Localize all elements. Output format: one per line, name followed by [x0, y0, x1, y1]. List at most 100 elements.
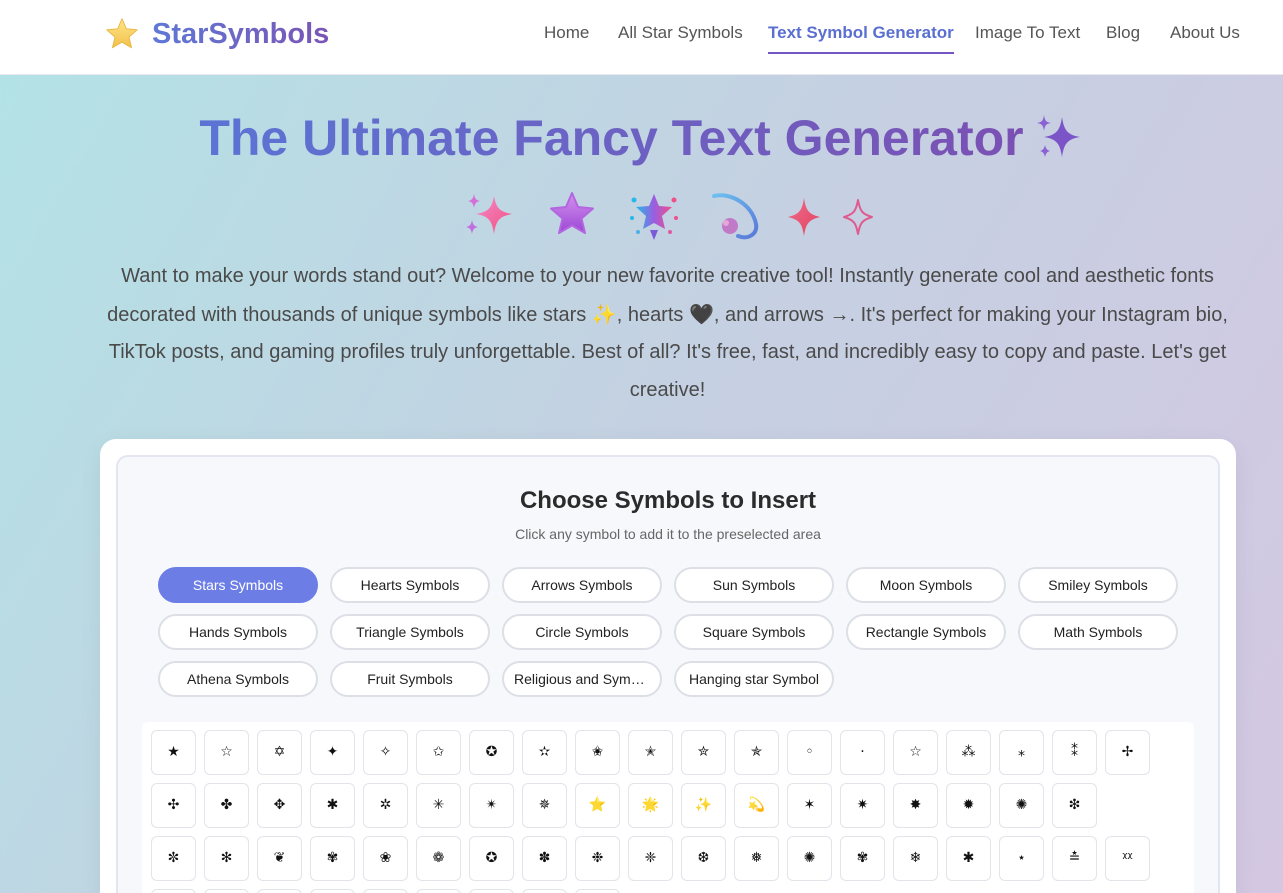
heart-emoji: 🖤 [688, 301, 714, 326]
symbol-button[interactable]: ❁ [416, 836, 461, 881]
symbol-button[interactable]: ✷ [840, 783, 885, 828]
symbol-button[interactable]: ❈ [628, 836, 673, 881]
symbol-button[interactable]: 💫 [734, 783, 779, 828]
symbol-button[interactable]: ⁎ [999, 730, 1044, 775]
symbol-button[interactable]: ⁑ [1052, 730, 1097, 775]
category-button[interactable]: Stars Symbols [158, 567, 318, 603]
symbol-button[interactable]: ✧ [363, 730, 408, 775]
symbol-button[interactable]: ✶ [787, 783, 832, 828]
symbol-button[interactable]: ᵡᵡ [1105, 836, 1150, 881]
symbol-button[interactable]: ❀ [363, 836, 408, 881]
symbol-button[interactable]: ✡ [257, 730, 302, 775]
symbol-button[interactable]: ✭ [628, 730, 673, 775]
category-button[interactable]: Hands Symbols [158, 614, 318, 650]
symbol-button[interactable]: ☆ [204, 730, 249, 775]
symbol-button[interactable]: ✯ [734, 730, 779, 775]
category-button[interactable]: Hearts Symbols [330, 567, 490, 603]
symbol-button[interactable] [416, 889, 461, 893]
symbol-button[interactable]: ◦ [787, 730, 832, 775]
symbol-button[interactable]: ✳ [416, 783, 461, 828]
symbol-button[interactable]: ★ [151, 730, 196, 775]
nav-image-to-text[interactable]: Image To Text [975, 22, 1080, 44]
category-button[interactable]: Arrows Symbols [502, 567, 662, 603]
symbol-button[interactable] [469, 889, 514, 893]
symbol-button[interactable]: ✪ [469, 836, 514, 881]
category-button[interactable]: Smiley Symbols [1018, 567, 1178, 603]
symbol-button[interactable]: ❄ [893, 836, 938, 881]
nav-links: Home All Star Symbols Text Symbol Genera… [0, 22, 1283, 54]
symbol-button[interactable]: ✦ [310, 730, 355, 775]
symbol-row: ★ ☆ ✡ ✦ ✧ ✩ ✪ ✫ ✬ ✭ ✮ ✯ ◦ · ☆ ⁂ ⁎ ⁑ ✢ [151, 730, 1158, 775]
symbol-button[interactable]: ✸ [893, 783, 938, 828]
nav-home[interactable]: Home [544, 22, 589, 44]
category-button[interactable]: Sun Symbols [674, 567, 834, 603]
symbol-button[interactable]: ✻ [204, 836, 249, 881]
symbol-button[interactable]: ❉ [575, 836, 620, 881]
symbol-row [151, 889, 628, 893]
symbol-button[interactable] [522, 889, 567, 893]
symbol-button[interactable]: ❦ [257, 836, 302, 881]
symbol-button[interactable]: ✪ [469, 730, 514, 775]
symbol-button[interactable]: ✨ [681, 783, 726, 828]
symbol-button[interactable]: ✺ [999, 783, 1044, 828]
symbol-button[interactable]: ❆ [681, 836, 726, 881]
outline-star-icon [843, 199, 873, 235]
sparkle-burst-icon [630, 194, 678, 240]
symbol-button[interactable]: ✲ [363, 783, 408, 828]
category-buttons: Stars Symbols Hearts Symbols Arrows Symbol… [158, 567, 1198, 697]
symbol-button[interactable]: ✣ [151, 783, 196, 828]
intro-paragraph: Want to make your words stand out? Welco… [80, 258, 1255, 409]
symbol-button[interactable]: ✱ [946, 836, 991, 881]
category-button[interactable]: Religious and Symb... [502, 661, 662, 697]
category-button[interactable]: Athena Symbols [158, 661, 318, 697]
symbol-button[interactable]: ☆ [893, 730, 938, 775]
symbol-button[interactable]: ✴ [469, 783, 514, 828]
category-button[interactable]: Moon Symbols [846, 567, 1006, 603]
symbol-button[interactable]: ⋆ [999, 836, 1044, 881]
symbol-row: ✼ ✻ ❦ ✾ ❀ ❁ ✪ ✽ ❉ ❈ ❆ ❅ ✺ ✾ ❄ ✱ ⋆ ≛ ᵡᵡ [151, 836, 1158, 881]
symbol-button[interactable]: ✽ [522, 836, 567, 881]
category-button[interactable]: Math Symbols [1018, 614, 1178, 650]
symbol-button[interactable]: ✤ [204, 783, 249, 828]
symbol-button[interactable]: ✩ [416, 730, 461, 775]
symbol-button[interactable]: ✬ [575, 730, 620, 775]
symbol-button[interactable] [257, 889, 302, 893]
symbol-button[interactable]: ✮ [681, 730, 726, 775]
page-title-text: The Ultimate Fancy Text Generator [199, 110, 1024, 166]
symbol-button[interactable]: ✫ [522, 730, 567, 775]
symbol-button[interactable]: ✼ [151, 836, 196, 881]
symbol-button[interactable]: 🌟 [628, 783, 673, 828]
category-button[interactable]: Fruit Symbols [330, 661, 490, 697]
symbol-button[interactable]: ✱ [310, 783, 355, 828]
nav-about-us[interactable]: About Us [1170, 22, 1240, 44]
category-button[interactable]: Triangle Symbols [330, 614, 490, 650]
category-button[interactable]: Rectangle Symbols [846, 614, 1006, 650]
nav-text-symbol-generator[interactable]: Text Symbol Generator [768, 22, 954, 54]
symbol-button[interactable]: ✾ [310, 836, 355, 881]
symbol-button[interactable]: ✢ [1105, 730, 1150, 775]
nav-blog[interactable]: Blog [1106, 22, 1140, 44]
symbol-button[interactable] [575, 889, 620, 893]
symbol-button[interactable] [151, 889, 196, 893]
symbol-button[interactable]: ✵ [522, 783, 567, 828]
category-button[interactable]: Square Symbols [674, 614, 834, 650]
category-button[interactable]: Hanging star Symbol [674, 661, 834, 697]
symbol-button[interactable] [204, 889, 249, 893]
symbol-button[interactable]: ✹ [946, 783, 991, 828]
nav-all-star-symbols[interactable]: All Star Symbols [618, 22, 743, 44]
symbol-button[interactable]: ≛ [1052, 836, 1097, 881]
symbol-button[interactable]: · [840, 730, 885, 775]
symbol-button[interactable]: ✥ [257, 783, 302, 828]
symbol-button[interactable]: ❇ [1052, 783, 1097, 828]
symbol-button[interactable]: ✺ [787, 836, 832, 881]
symbol-button[interactable] [363, 889, 408, 893]
symbol-row: ✣ ✤ ✥ ✱ ✲ ✳ ✴ ✵ ⭐ 🌟 ✨ 💫 ✶ ✷ ✸ ✹ ✺ ❇ [151, 783, 1105, 828]
symbol-button[interactable]: ✾ [840, 836, 885, 881]
symbol-button[interactable]: ⁂ [946, 730, 991, 775]
four-point-star-icon [788, 198, 820, 236]
symbol-button[interactable] [310, 889, 355, 893]
purple-star-icon [550, 192, 594, 234]
category-button[interactable]: Circle Symbols [502, 614, 662, 650]
symbol-button[interactable]: ⭐ [575, 783, 620, 828]
symbol-button[interactable]: ❅ [734, 836, 779, 881]
